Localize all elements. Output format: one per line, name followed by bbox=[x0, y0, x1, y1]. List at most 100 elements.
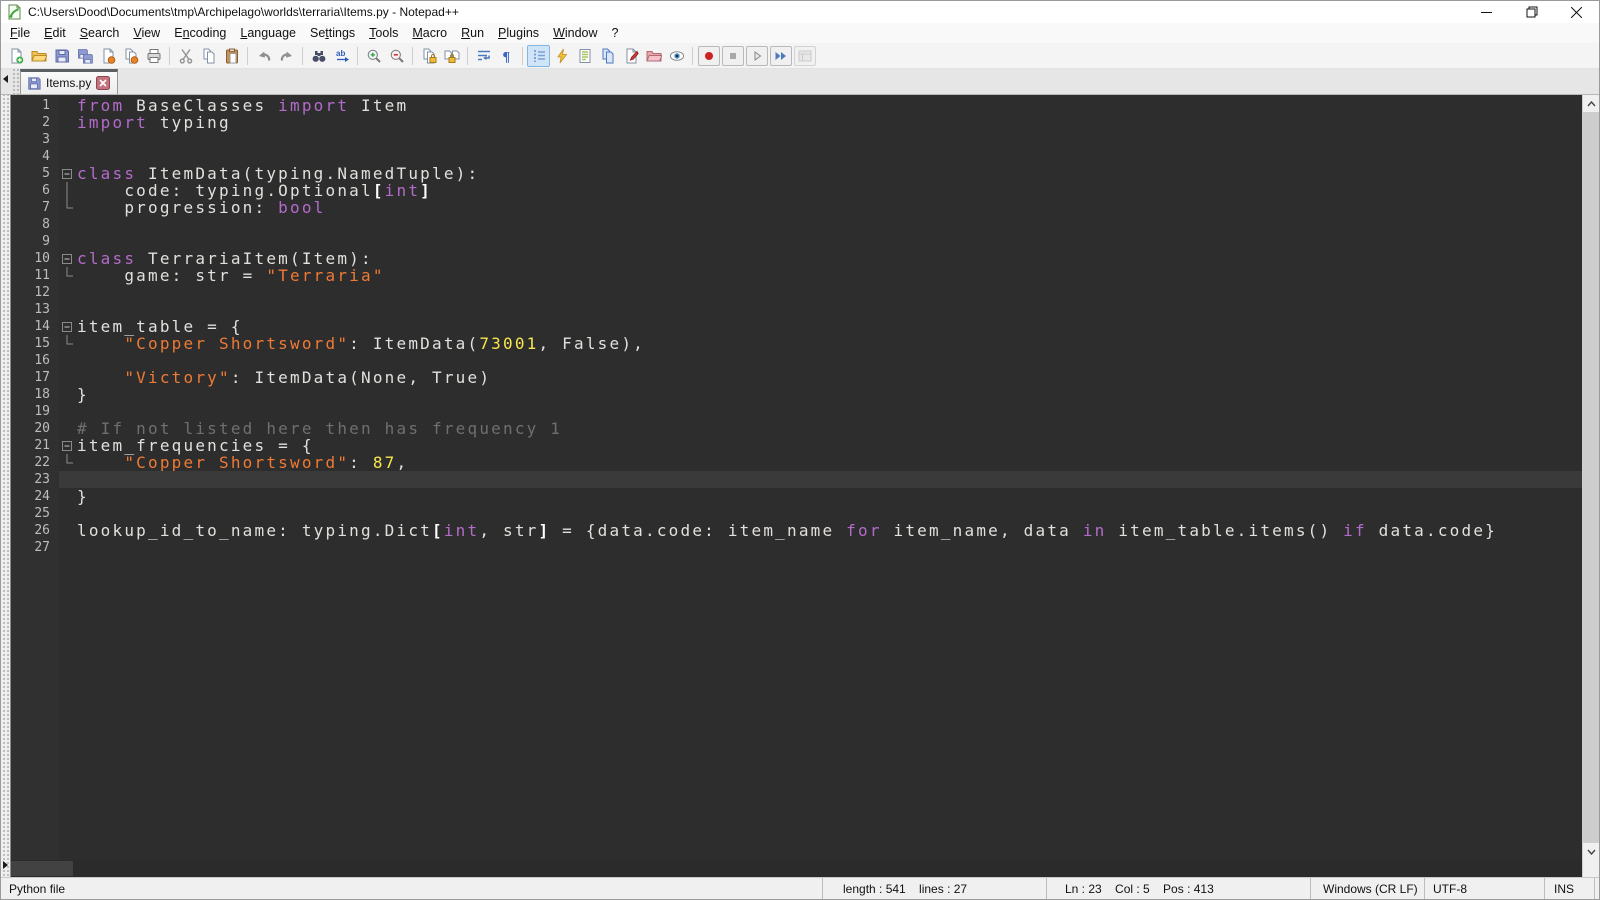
fold-margin bbox=[59, 539, 77, 556]
menu-item-view[interactable]: View bbox=[126, 24, 167, 42]
code-line: 9 bbox=[11, 233, 1582, 250]
code-text bbox=[77, 216, 1582, 233]
code-text: progression: bool bbox=[77, 199, 1582, 216]
tab-items-py[interactable]: Items.py bbox=[20, 69, 118, 94]
fold-toggle-icon[interactable] bbox=[59, 437, 77, 454]
vertical-scrollbar[interactable] bbox=[1582, 95, 1599, 860]
indent-guide-button[interactable] bbox=[527, 45, 550, 67]
close-button[interactable] bbox=[1554, 1, 1599, 23]
menu-item-window[interactable]: Window bbox=[546, 24, 604, 42]
new-file-icon bbox=[8, 48, 24, 64]
code-line: 17 "Victory": ItemData(None, True) bbox=[11, 369, 1582, 386]
code-text bbox=[77, 471, 1582, 488]
zoom-out-button[interactable] bbox=[385, 45, 408, 67]
show-all-characters-button[interactable]: ¶ bbox=[495, 45, 518, 67]
menu-item-settings[interactable]: Settings bbox=[303, 24, 362, 42]
fold-margin bbox=[59, 369, 77, 386]
document-switcher-button[interactable] bbox=[596, 45, 619, 67]
find-button[interactable] bbox=[307, 45, 330, 67]
close-all-icon bbox=[123, 48, 139, 64]
code-text bbox=[77, 233, 1582, 250]
fold-margin bbox=[59, 267, 77, 284]
code-line: 27 bbox=[11, 539, 1582, 556]
save-file-button[interactable] bbox=[50, 45, 73, 67]
copy-button[interactable] bbox=[197, 45, 220, 67]
status-size-grip bbox=[1595, 878, 1599, 899]
folder-as-workspace-button[interactable] bbox=[642, 45, 665, 67]
paste-button[interactable] bbox=[220, 45, 243, 67]
code-line: 15 "Copper Shortsword": ItemData(73001, … bbox=[11, 335, 1582, 352]
menu-item-macro[interactable]: Macro bbox=[405, 24, 454, 42]
file-watch-button[interactable] bbox=[665, 45, 688, 67]
indent-guide-icon bbox=[531, 48, 547, 64]
code-text bbox=[77, 539, 1582, 556]
minimize-button[interactable] bbox=[1464, 1, 1509, 23]
code-line: 20# If not listed here then has frequenc… bbox=[11, 420, 1582, 437]
tab-scroll-left-button[interactable] bbox=[1, 69, 11, 94]
menu-item-file[interactable]: File bbox=[3, 24, 37, 42]
notepad-plus-plus-window: C:\Users\Dood\Documents\tmp\Archipelago\… bbox=[0, 0, 1600, 900]
menu-item-plugins[interactable]: Plugins bbox=[491, 24, 546, 42]
horizontal-scrollbar-thumb[interactable] bbox=[11, 861, 73, 876]
macro-save-button[interactable] bbox=[794, 46, 816, 66]
code-text: "Victory": ItemData(None, True) bbox=[77, 369, 1582, 386]
arrow-right-icon[interactable] bbox=[3, 861, 8, 869]
menu-item-search[interactable]: Search bbox=[73, 24, 127, 42]
code-line-current: 23 bbox=[11, 471, 1582, 488]
redo-button[interactable] bbox=[275, 45, 298, 67]
menu-item-language[interactable]: Language bbox=[233, 24, 303, 42]
replace-button[interactable]: ab bbox=[330, 45, 353, 67]
new-file-button[interactable] bbox=[4, 45, 27, 67]
menu-item-edit[interactable]: Edit bbox=[37, 24, 73, 42]
menu-item-encoding[interactable]: Encoding bbox=[167, 24, 233, 42]
monitoring-button[interactable] bbox=[619, 45, 642, 67]
code-line: 1from BaseClasses import Item bbox=[11, 97, 1582, 114]
tab-bar-grip[interactable] bbox=[11, 69, 20, 94]
word-wrap-button[interactable] bbox=[472, 45, 495, 67]
sync-horizontal-button[interactable] bbox=[440, 45, 463, 67]
vertical-scrollbar-thumb[interactable] bbox=[1583, 112, 1599, 843]
save-all-icon bbox=[77, 48, 93, 64]
sync-vertical-button[interactable] bbox=[417, 45, 440, 67]
tab-close-icon[interactable] bbox=[96, 76, 110, 90]
line-number: 25 bbox=[11, 505, 59, 522]
fold-toggle-icon[interactable] bbox=[59, 250, 77, 267]
zoom-in-button[interactable] bbox=[362, 45, 385, 67]
macro-stop-button[interactable] bbox=[722, 46, 744, 66]
close-file-icon bbox=[100, 48, 116, 64]
code-line: 21item_frequencies = { bbox=[11, 437, 1582, 454]
notepad-plus-plus-icon bbox=[6, 4, 22, 20]
undo-button[interactable] bbox=[252, 45, 275, 67]
code-text: # If not listed here then has frequency … bbox=[77, 420, 1582, 437]
save-all-button[interactable] bbox=[73, 45, 96, 67]
print-button[interactable] bbox=[142, 45, 165, 67]
macro-record-button[interactable] bbox=[698, 46, 720, 66]
code-text bbox=[77, 403, 1582, 420]
editor[interactable]: 1from BaseClasses import Item2import typ… bbox=[11, 95, 1582, 860]
horizontal-scrollbar[interactable] bbox=[11, 860, 1582, 877]
fold-margin bbox=[59, 216, 77, 233]
menu-item-tools[interactable]: Tools bbox=[362, 24, 405, 42]
document-map-button[interactable] bbox=[573, 45, 596, 67]
menu-item-run[interactable]: Run bbox=[454, 24, 491, 42]
fold-toggle-icon[interactable] bbox=[59, 165, 77, 182]
open-file-button[interactable] bbox=[27, 45, 50, 67]
fold-margin bbox=[59, 335, 77, 352]
restore-button[interactable] bbox=[1509, 1, 1554, 23]
scroll-down-button[interactable] bbox=[1583, 843, 1599, 860]
menu-item-help[interactable]: ? bbox=[605, 24, 626, 42]
macro-run-multiple-icon bbox=[773, 48, 789, 64]
close-file-button[interactable] bbox=[96, 45, 119, 67]
close-all-button[interactable] bbox=[119, 45, 142, 67]
scroll-up-button[interactable] bbox=[1583, 95, 1599, 112]
macro-run-multiple-button[interactable] bbox=[770, 46, 792, 66]
macro-play-button[interactable] bbox=[746, 46, 768, 66]
status-doctype: Python file bbox=[1, 878, 823, 899]
code-line: 5class ItemData(typing.NamedTuple): bbox=[11, 165, 1582, 182]
cut-button[interactable] bbox=[174, 45, 197, 67]
line-number: 19 bbox=[11, 403, 59, 420]
function-list-button[interactable] bbox=[550, 45, 573, 67]
fold-toggle-icon[interactable] bbox=[59, 318, 77, 335]
chevron-down-icon bbox=[1587, 849, 1596, 855]
close-icon bbox=[1571, 7, 1582, 18]
